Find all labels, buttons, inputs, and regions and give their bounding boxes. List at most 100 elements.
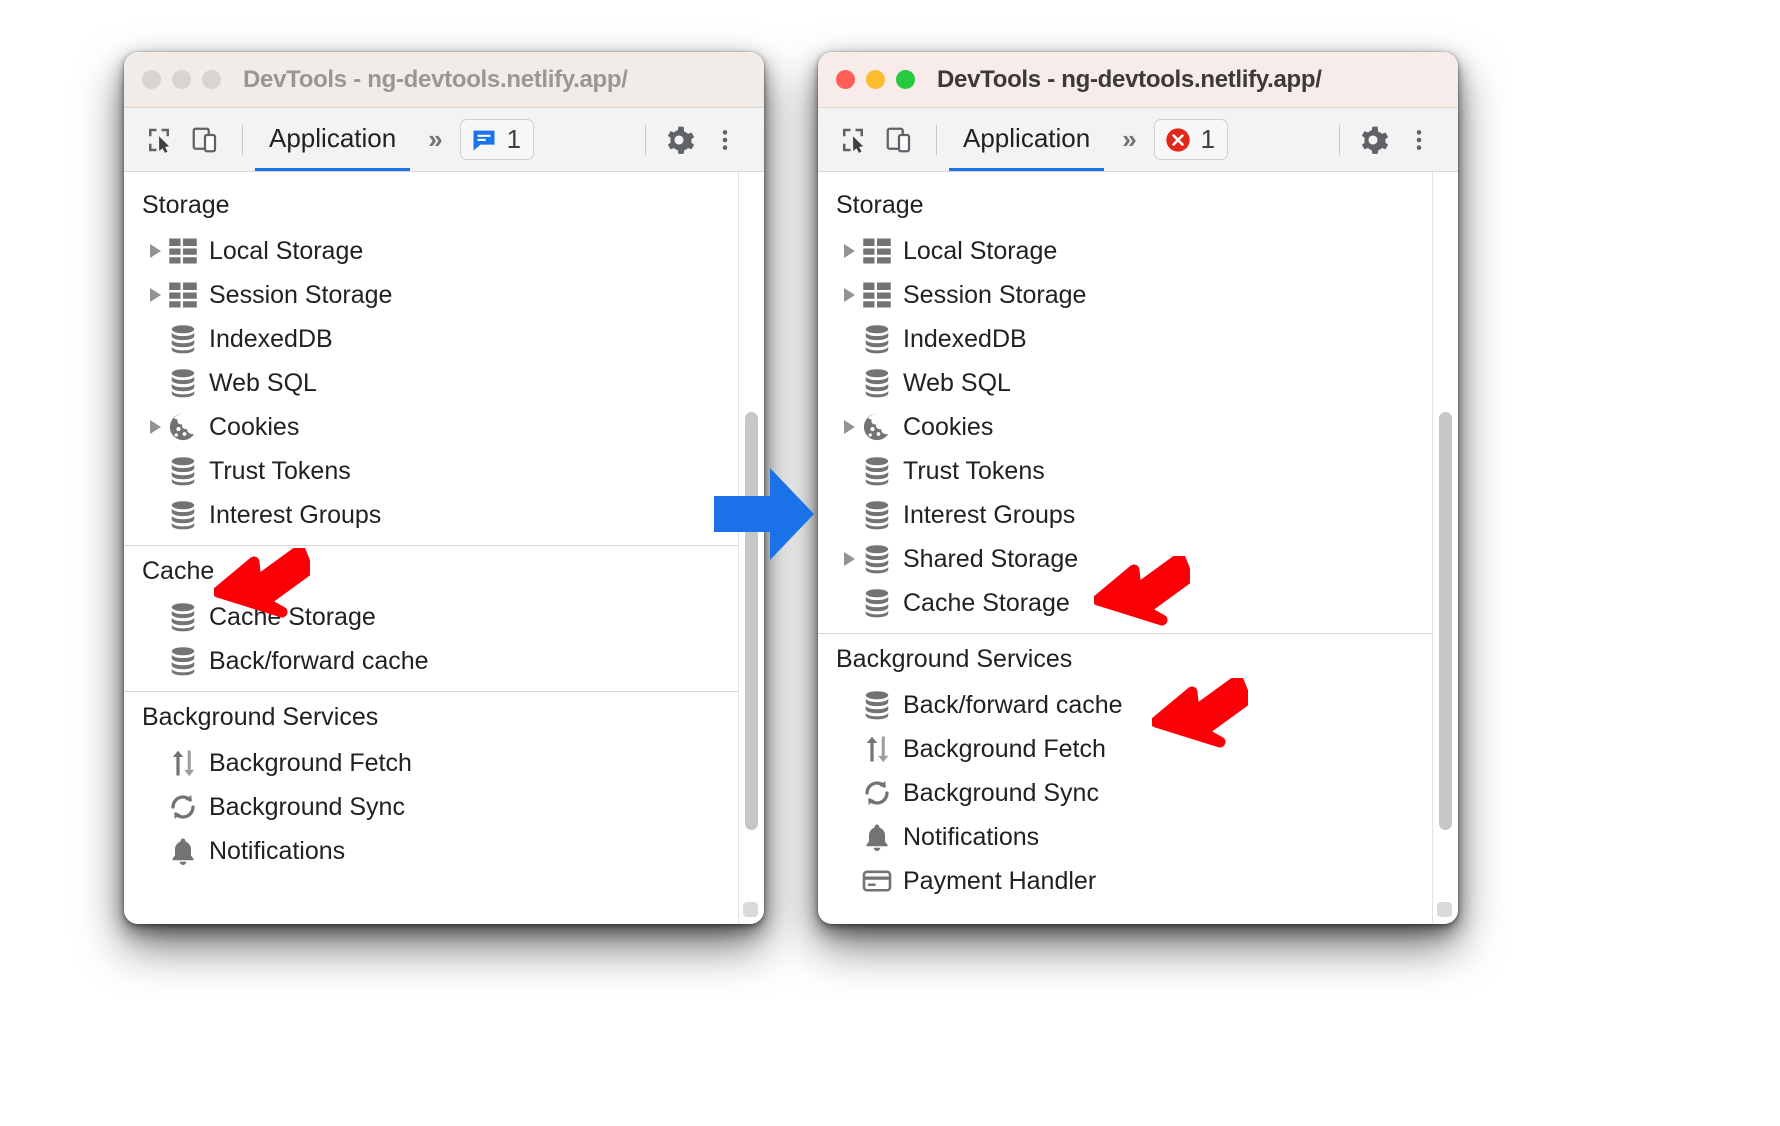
tree-item-label: Background Fetch [209,748,412,777]
device-toolbar-icon[interactable] [878,119,920,161]
device-toolbar-icon[interactable] [184,119,226,161]
cookie-icon [862,412,892,442]
database-icon [862,544,892,574]
tree-item-label: Shared Storage [903,544,1079,573]
database-icon [168,602,198,632]
tree-item-label: Cookies [903,412,994,441]
maximize-button[interactable] [896,70,915,89]
tree-item-notifications[interactable]: Notifications [124,829,738,873]
resize-corner[interactable] [743,902,758,917]
tree-item-label: Notifications [903,822,1040,851]
sync-icon [168,792,198,822]
close-button[interactable] [142,70,161,89]
expand-triangle-icon[interactable] [838,240,860,262]
expand-triangle-icon[interactable] [144,284,166,306]
info-badge[interactable]: 1 [459,119,535,160]
devtools-window-after[interactable]: DevTools - ng-devtools.netlify.app/ Appl… [818,52,1458,924]
tree-item-notifications[interactable]: Notifications [818,815,1432,859]
bell-icon [862,822,892,852]
devtools-toolbar-after: Application » 1 [818,108,1458,172]
tree-scrollbar-after[interactable] [1432,172,1458,924]
tree-section-header: Background Services [142,703,379,731]
tree-item-label: Interest Groups [903,500,1076,529]
tree-item-cookies[interactable]: Cookies [818,405,1432,449]
scrollbar-thumb[interactable] [1439,412,1452,830]
toolbar-right-before [633,119,750,161]
tree-item-indexeddb[interactable]: IndexedDB [124,317,738,361]
tree-item-local-storage[interactable]: Local Storage [124,229,738,273]
toolbar-right-after [1327,119,1444,161]
info-badge-count: 1 [506,124,522,154]
devtools-toolbar-before: Application » 1 [124,108,764,172]
tree-item-label: Web SQL [903,368,1011,397]
tab-application[interactable]: Application [949,108,1105,171]
expand-triangle-icon[interactable] [144,240,166,262]
kebab-menu-icon[interactable] [704,119,746,161]
red-arrow-back-forward-cache [1152,678,1248,748]
tree-item-trust-tokens[interactable]: Trust Tokens [124,449,738,493]
gear-icon[interactable] [658,119,700,161]
tree-item-label: Cookies [209,412,300,441]
error-badge[interactable]: 1 [1153,119,1229,160]
database-icon [168,368,198,398]
tree-item-cookies[interactable]: Cookies [124,405,738,449]
red-arrow-cache-storage [1094,556,1190,626]
tree-item-label: Web SQL [209,368,317,397]
database-icon [168,500,198,530]
close-button[interactable] [836,70,855,89]
tree-item-label: Local Storage [209,236,364,265]
minimize-button[interactable] [172,70,191,89]
tree-item-back-forward-cache[interactable]: Back/forward cache [124,639,738,683]
gear-icon[interactable] [1352,119,1394,161]
expand-triangle-icon[interactable] [144,416,166,438]
tree-item-background-fetch[interactable]: Background Fetch [124,741,738,785]
tree-item-label: Session Storage [903,280,1087,309]
red-arrow-cache-section [214,548,310,618]
storage-tree-after[interactable]: Storage Local Storage Session Storage Index… [818,172,1432,924]
tree-item-label: Trust Tokens [903,456,1045,485]
tree-item-payment-handler[interactable]: Payment Handler [818,859,1432,903]
inspect-element-icon[interactable] [138,119,180,161]
updown-arrows-icon [862,734,892,764]
tree-divider [124,545,738,546]
tree-item-session-storage[interactable]: Session Storage [818,273,1432,317]
updown-arrows-icon [168,748,198,778]
tree-item-label: Interest Groups [209,500,382,529]
tree-item-label: Session Storage [209,280,393,309]
more-tabs-icon[interactable]: » [428,124,443,155]
tree-item-background-sync[interactable]: Background Sync [818,771,1432,815]
minimize-button[interactable] [866,70,885,89]
tree-item-label: Back/forward cache [209,646,429,675]
tree-item-web-sql[interactable]: Web SQL [818,361,1432,405]
tree-item-label: IndexedDB [903,324,1027,353]
tree-item-session-storage[interactable]: Session Storage [124,273,738,317]
titlebar-after: DevTools - ng-devtools.netlify.app/ [818,52,1458,108]
tree-item-trust-tokens[interactable]: Trust Tokens [818,449,1432,493]
window-title: DevTools - ng-devtools.netlify.app/ [937,65,1322,93]
expand-triangle-icon[interactable] [838,548,860,570]
tree-item-interest-groups[interactable]: Interest Groups [124,493,738,537]
credit-card-icon [862,866,892,896]
tree-item-background-fetch[interactable]: Background Fetch [818,727,1432,771]
table-grid-icon [862,236,892,266]
bell-icon [168,836,198,866]
tree-item-background-sync[interactable]: Background Sync [124,785,738,829]
tree-item-local-storage[interactable]: Local Storage [818,229,1432,273]
database-icon [862,456,892,486]
resize-corner[interactable] [1437,902,1452,917]
inspect-element-icon[interactable] [832,119,874,161]
devtools-window-before[interactable]: DevTools - ng-devtools.netlify.app/ Appl… [124,52,764,924]
tree-item-interest-groups[interactable]: Interest Groups [818,493,1432,537]
tree-item-indexeddb[interactable]: IndexedDB [818,317,1432,361]
tree-item-back-forward-cache[interactable]: Back/forward cache [818,683,1432,727]
expand-triangle-icon[interactable] [838,284,860,306]
database-icon [862,690,892,720]
table-grid-icon [168,236,198,266]
expand-triangle-icon[interactable] [838,416,860,438]
tab-application[interactable]: Application [255,108,411,171]
tree-item-web-sql[interactable]: Web SQL [124,361,738,405]
maximize-button[interactable] [202,70,221,89]
kebab-menu-icon[interactable] [1398,119,1440,161]
more-tabs-icon[interactable]: » [1122,124,1137,155]
tree-section-header: Storage [836,191,924,219]
